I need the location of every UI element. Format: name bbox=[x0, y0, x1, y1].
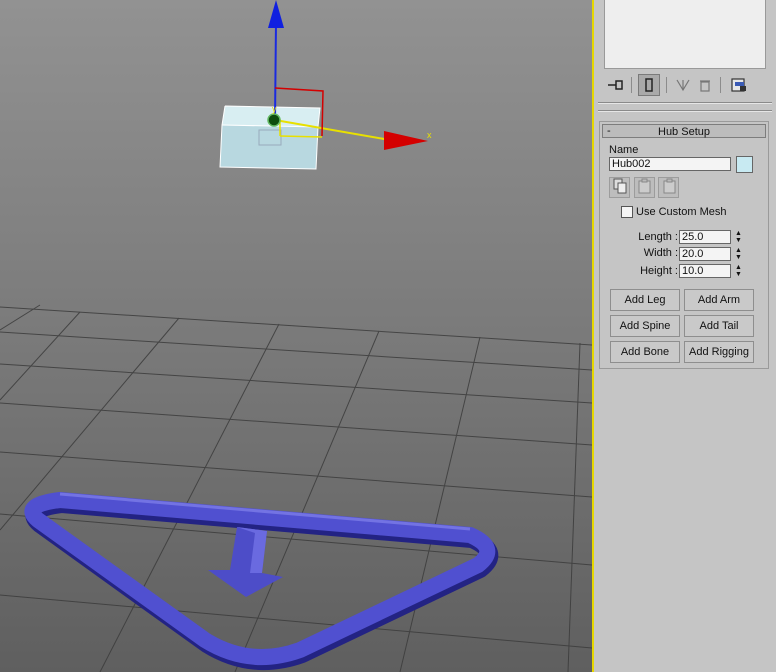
height-spinner[interactable]: ▲ ▼ bbox=[734, 264, 743, 278]
length-label: Length : bbox=[638, 231, 678, 243]
use-custom-mesh-label: Use Custom Mesh bbox=[636, 206, 727, 218]
axis-x-label: x bbox=[427, 130, 432, 140]
add-tail-button[interactable]: Add Tail bbox=[684, 315, 754, 337]
axis-y-label: y bbox=[272, 104, 277, 114]
add-spine-button[interactable]: Add Spine bbox=[610, 315, 680, 337]
show-end-result-icon[interactable] bbox=[638, 74, 660, 96]
rollout-collapse-toggle[interactable]: - bbox=[607, 124, 611, 138]
object-name-field[interactable]: Hub002 bbox=[609, 157, 731, 171]
tab-separator bbox=[631, 77, 632, 93]
configure-modifier-sets-icon[interactable] bbox=[728, 74, 750, 96]
rollout-header[interactable]: - Hub Setup bbox=[602, 124, 766, 138]
perspective-viewport[interactable]: x y bbox=[0, 0, 592, 672]
command-panel-tabs bbox=[600, 74, 770, 96]
rollout-title: Hub Setup bbox=[658, 126, 710, 138]
width-field[interactable]: 20.0 bbox=[679, 247, 731, 261]
remove-modifier-icon[interactable] bbox=[694, 74, 716, 96]
length-spinner[interactable]: ▲ ▼ bbox=[734, 230, 743, 244]
copy-icon[interactable] bbox=[609, 177, 630, 198]
add-rigging-button[interactable]: Add Rigging bbox=[684, 341, 754, 363]
add-bone-button[interactable]: Add Bone bbox=[610, 341, 680, 363]
height-label: Height : bbox=[640, 265, 678, 277]
use-custom-mesh-checkbox[interactable] bbox=[621, 206, 633, 218]
object-list-box[interactable] bbox=[604, 0, 766, 69]
command-panel: - Hub Setup Name Hub002 Use Custom Mesh … bbox=[594, 0, 776, 672]
panel-divider bbox=[598, 103, 772, 104]
panel-divider bbox=[598, 111, 772, 112]
make-unique-icon[interactable] bbox=[672, 74, 694, 96]
length-field[interactable]: 25.0 bbox=[679, 230, 731, 244]
paste-icon[interactable] bbox=[634, 177, 655, 198]
width-spinner[interactable]: ▲ ▼ bbox=[734, 247, 743, 261]
height-field[interactable]: 10.0 bbox=[679, 264, 731, 278]
name-label: Name bbox=[609, 144, 639, 156]
pin-stack-icon[interactable] bbox=[605, 74, 627, 96]
add-leg-button[interactable]: Add Leg bbox=[610, 289, 680, 311]
add-arm-button[interactable]: Add Arm bbox=[684, 289, 754, 311]
width-label: Width : bbox=[643, 247, 678, 259]
paste-mirrored-icon[interactable] bbox=[658, 177, 679, 198]
tab-separator bbox=[720, 77, 721, 93]
tab-separator bbox=[666, 77, 667, 93]
object-color-swatch[interactable] bbox=[736, 156, 753, 173]
viewport-scene: x y bbox=[0, 0, 592, 672]
